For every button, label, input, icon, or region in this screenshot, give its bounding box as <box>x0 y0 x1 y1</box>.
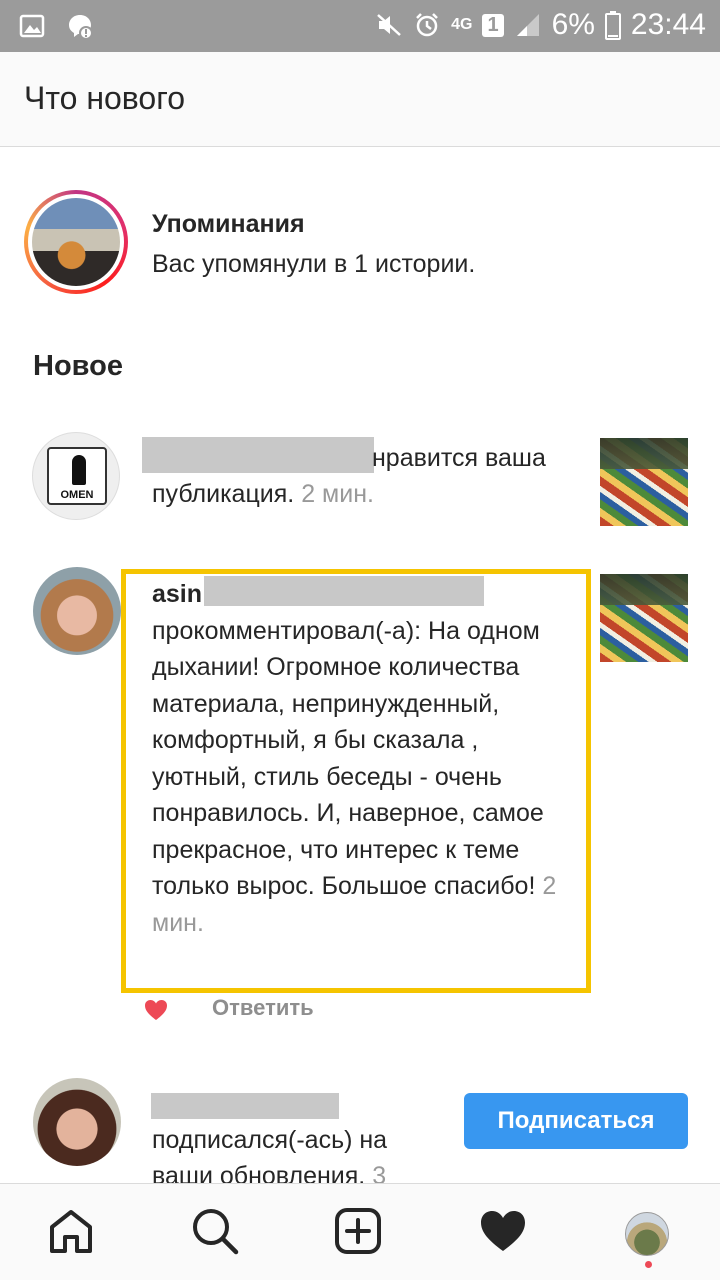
like-text-line2: публикация. <box>152 480 295 508</box>
comment-username[interactable]: asin <box>152 580 202 608</box>
profile-avatar[interactable] <box>625 1212 669 1256</box>
search-tab[interactable] <box>190 1206 240 1256</box>
avatar[interactable] <box>33 567 121 655</box>
mute-icon <box>377 14 401 36</box>
sim-indicator: 1 <box>482 13 504 37</box>
redacted-username <box>151 1093 339 1119</box>
timestamp: 2 мин. <box>301 480 374 508</box>
page-title: Что нового <box>24 80 185 116</box>
post-thumbnail[interactable] <box>600 438 688 526</box>
clock: 23:44 <box>630 8 706 41</box>
add-post-tab[interactable] <box>333 1206 383 1256</box>
network-type: 4G <box>451 16 473 33</box>
comment-notification-text[interactable]: asin прокомментировал(-а): На одном дыха… <box>152 576 572 941</box>
messenger-icon <box>69 15 93 40</box>
follow-button[interactable]: Подписаться <box>464 1093 688 1149</box>
mention-story-avatar[interactable] <box>24 190 128 294</box>
avatar[interactable] <box>33 1078 121 1166</box>
add-icon <box>335 1208 381 1254</box>
activity-tab[interactable] <box>478 1206 528 1256</box>
battery-percent: 6% <box>551 8 595 41</box>
bottom-nav <box>0 1183 720 1280</box>
home-tab[interactable] <box>46 1206 96 1256</box>
comment-body: прокомментировал(-а): На одном дыхании! … <box>152 616 544 901</box>
search-icon <box>193 1209 239 1255</box>
like-notification-text[interactable]: нравится ваша публикация. 2 мин. <box>152 440 582 512</box>
activity-heart-icon <box>481 1211 525 1251</box>
like-text-line1: нравится ваша <box>372 444 546 472</box>
signal-icon <box>516 14 539 36</box>
section-title-new: Новое <box>33 350 123 382</box>
notification-dot <box>645 1261 652 1268</box>
battery-icon <box>604 11 621 40</box>
alarm-icon <box>416 13 438 37</box>
home-icon <box>50 1210 92 1253</box>
redacted-username <box>204 576 485 606</box>
mentions-title[interactable]: Упоминания <box>152 210 305 239</box>
avatar-caption: OMEN <box>60 489 94 501</box>
follow-text: подписался(-ась) на ваши обновления. <box>152 1126 388 1190</box>
heart-icon[interactable] <box>143 997 169 1023</box>
status-bar: 4G 1 6% 23:44 <box>0 0 720 52</box>
image-icon <box>19 14 45 38</box>
mentions-text[interactable]: Вас упомянули в 1 истории. <box>152 250 475 279</box>
avatar[interactable]: OMEN <box>32 432 120 520</box>
app-bar: Что нового <box>0 52 720 147</box>
reply-button[interactable]: Ответить <box>212 995 314 1021</box>
post-thumbnail[interactable] <box>600 574 688 662</box>
